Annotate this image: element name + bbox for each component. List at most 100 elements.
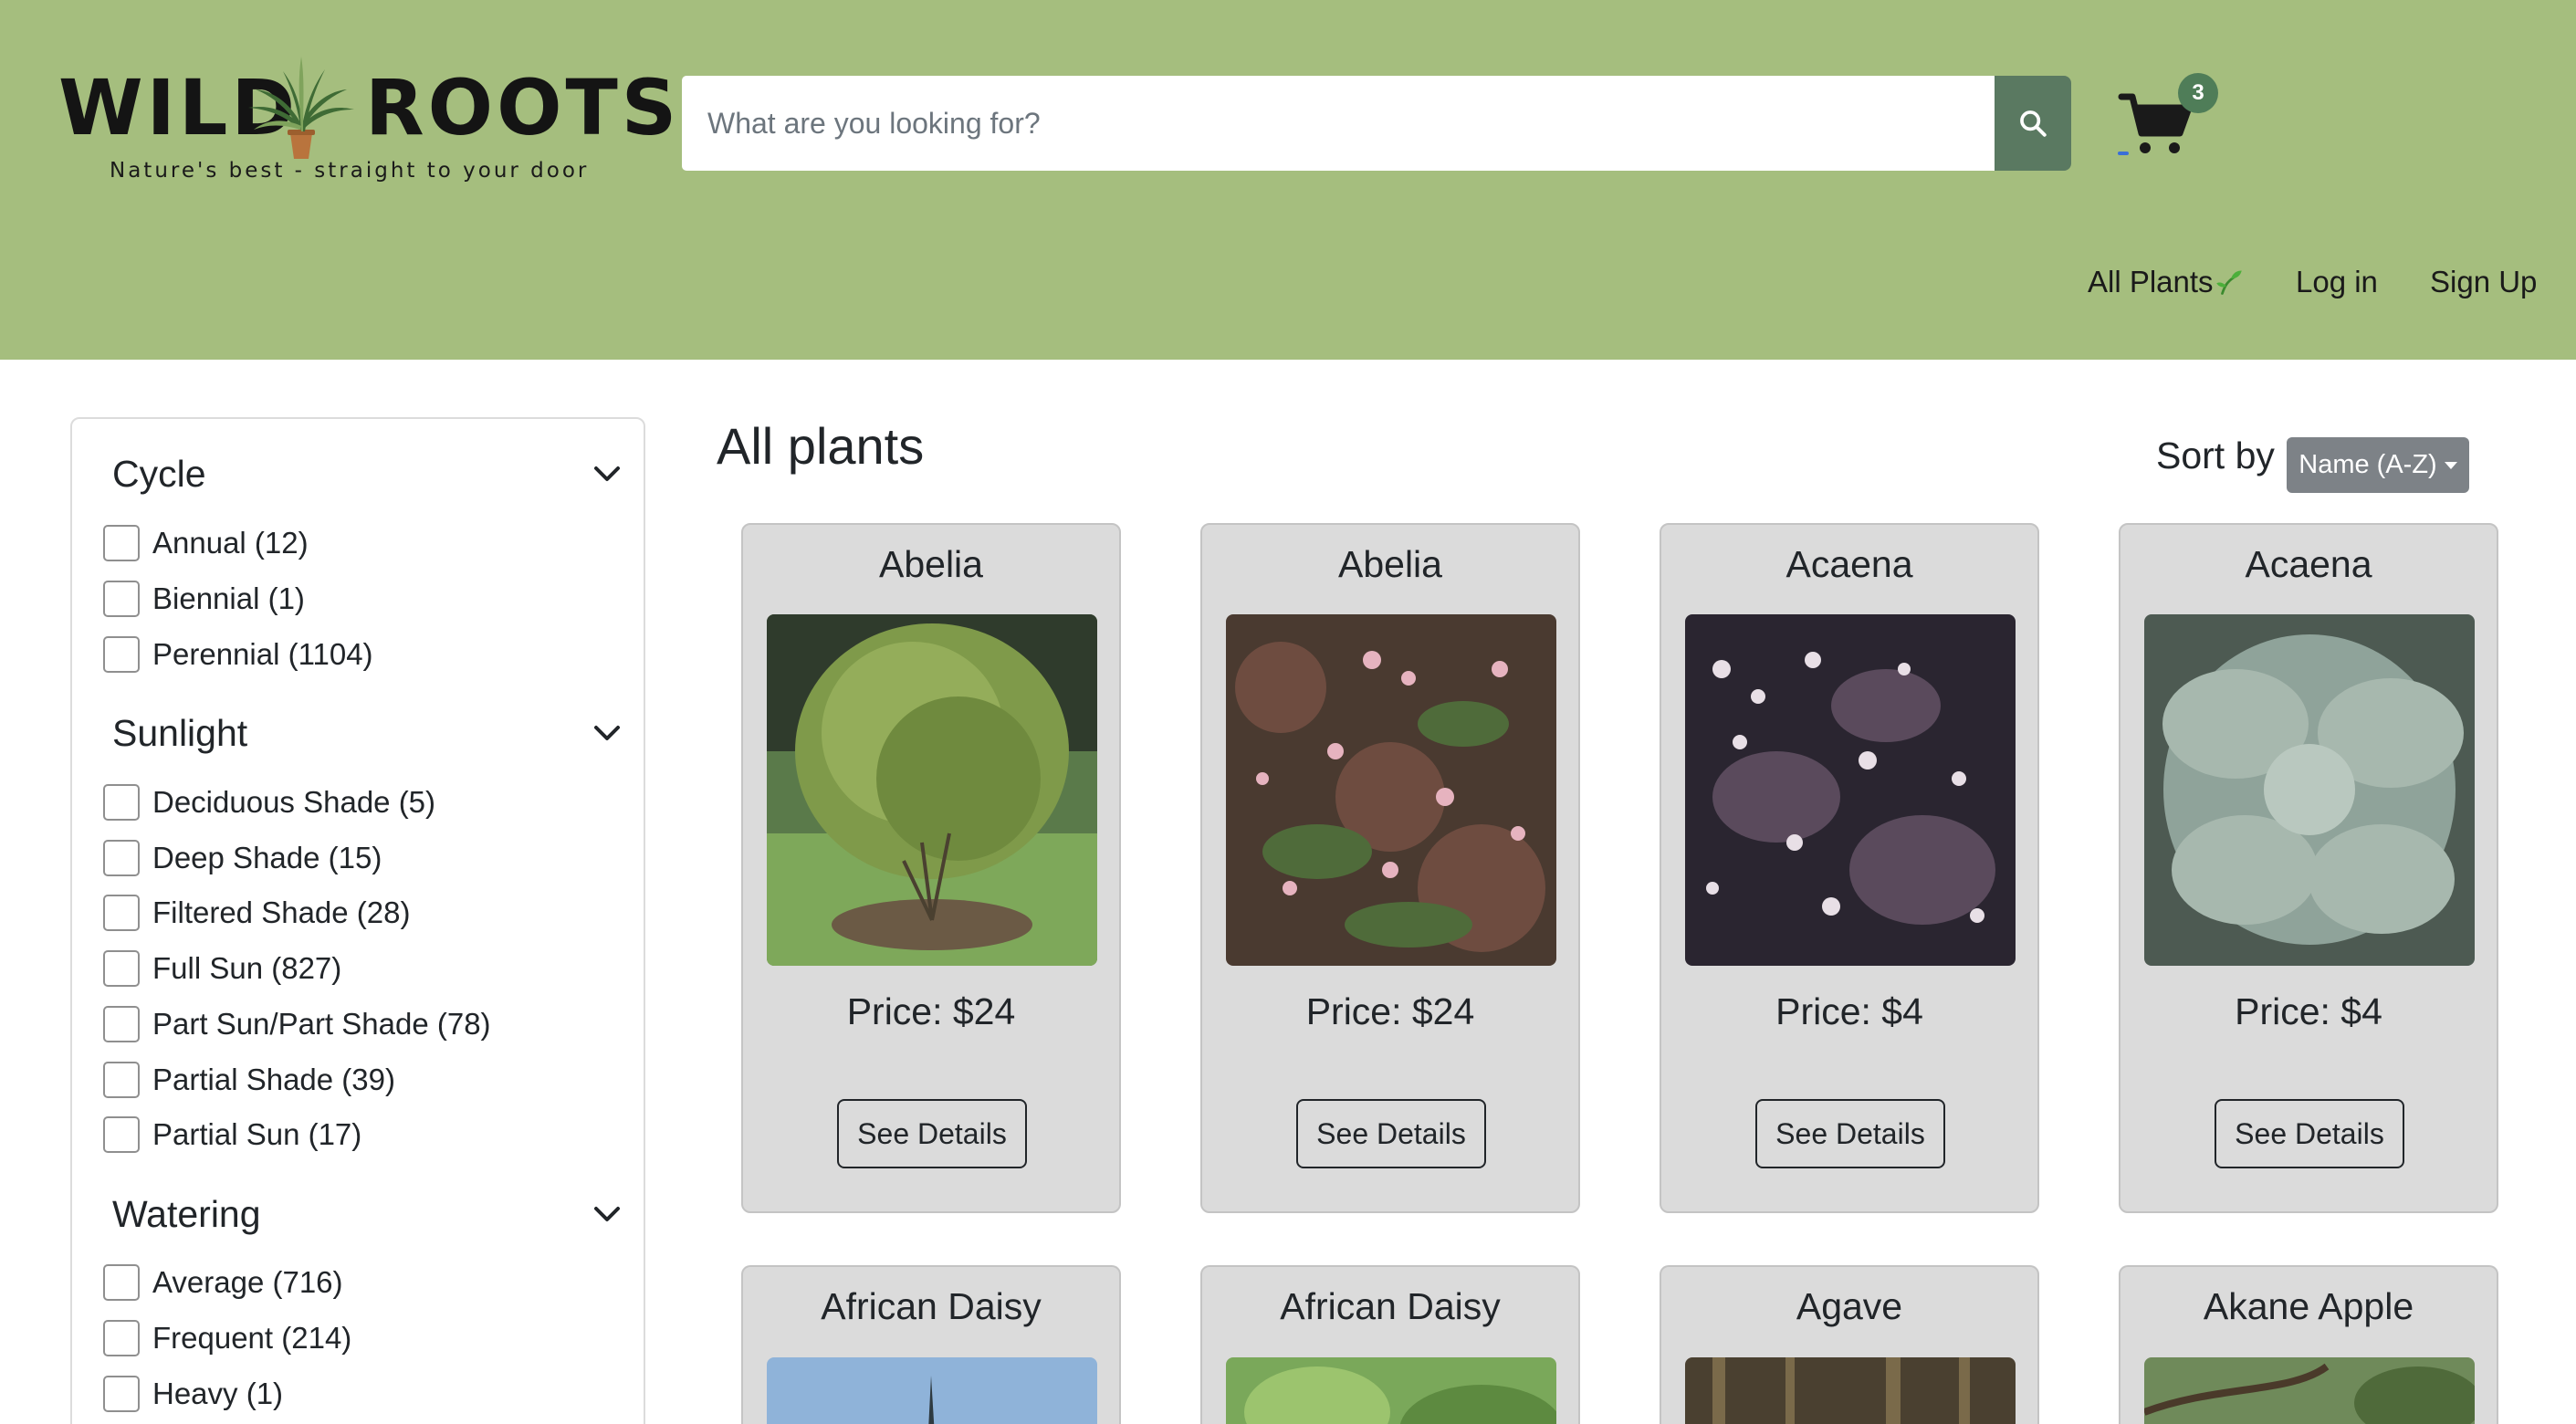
filter-option-label: Frequent (214) [152, 1321, 352, 1355]
product-name: Acaena [1785, 543, 1913, 585]
site-header: WILD ROOTS Nature's best - straight to y… [0, 0, 2576, 360]
checkbox[interactable] [103, 895, 140, 931]
sprout-icon [2215, 270, 2242, 295]
nav-sign-up[interactable]: Sign Up [2430, 259, 2537, 305]
filter-option-label: Deciduous Shade (5) [152, 785, 436, 819]
filter-section-watering[interactable]: Watering [112, 1187, 623, 1241]
filter-option[interactable]: Perennial (1104) [103, 633, 373, 675]
filter-option[interactable]: Partial Sun (17) [103, 1114, 361, 1156]
product-card: Agave [1660, 1265, 2039, 1424]
search-input[interactable] [682, 76, 1995, 171]
chevron-down-icon [591, 457, 623, 490]
product-name: African Daisy [1280, 1285, 1501, 1327]
filter-section-sunlight[interactable]: Sunlight [112, 706, 623, 760]
search-bar [682, 76, 2071, 171]
filter-option-label: Filtered Shade (28) [152, 895, 411, 929]
filter-option-label: Full Sun (827) [152, 951, 342, 985]
logo-word-right: ROOTS [365, 63, 681, 152]
product-image[interactable] [1226, 1357, 1556, 1424]
filter-option[interactable]: Deciduous Shade (5) [103, 781, 435, 823]
logo-tagline: Nature's best - straight to your door [110, 159, 590, 183]
checkbox[interactable] [103, 525, 140, 561]
nav-log-in[interactable]: Log in [2296, 259, 2378, 305]
search-icon [2020, 110, 2047, 137]
filter-option-label: Part Sun/Part Shade (78) [152, 1007, 491, 1041]
checkbox[interactable] [103, 1062, 140, 1098]
filter-option-label: Biennial (1) [152, 581, 305, 615]
product-card: African Daisy [741, 1265, 1121, 1424]
filter-option[interactable]: Annual (12) [103, 522, 309, 564]
page-title: All plants [717, 417, 925, 475]
filter-sidebar: Cycle Annual (12) Biennial (1) Perennial… [70, 417, 645, 1424]
product-name: Acaena [2245, 543, 2372, 585]
filter-section-title: Watering [112, 1192, 261, 1235]
checkbox[interactable] [103, 1264, 140, 1301]
product-card: Acaena Price: $4 See Details [2119, 523, 2498, 1213]
product-image[interactable] [2144, 1357, 2475, 1424]
filter-option-label: Perennial (1104) [152, 637, 373, 671]
product-name: Abelia [879, 543, 983, 585]
checkbox[interactable] [103, 784, 140, 821]
filter-option[interactable]: Heavy (1) [103, 1373, 283, 1415]
filter-section-cycle[interactable]: Cycle [112, 446, 623, 501]
see-details-button[interactable]: See Details [1296, 1099, 1486, 1168]
filter-option[interactable]: Full Sun (827) [103, 948, 341, 989]
filter-option[interactable]: Average (716) [103, 1262, 343, 1304]
filter-option-label: Partial Shade (39) [152, 1063, 395, 1096]
filter-option[interactable]: Deep Shade (15) [103, 837, 382, 879]
product-card: Akane Apple [2119, 1265, 2498, 1424]
product-image[interactable] [1685, 614, 2016, 966]
filter-option[interactable]: Partial Shade (39) [103, 1059, 395, 1101]
filter-option-label: Heavy (1) [152, 1377, 284, 1410]
filter-option[interactable]: Frequent (214) [103, 1317, 351, 1359]
product-price: Price: $24 [846, 990, 1016, 1032]
filter-section-title: Cycle [112, 452, 206, 495]
checkbox[interactable] [103, 1320, 140, 1356]
product-price: Price: $24 [1305, 990, 1475, 1032]
checkbox[interactable] [103, 1006, 140, 1042]
checkbox[interactable] [103, 636, 140, 673]
see-details-button[interactable]: See Details [837, 1099, 1027, 1168]
checkbox[interactable] [103, 1116, 140, 1153]
product-card: Abelia Price: $24 See Details [741, 523, 1121, 1213]
product-image[interactable] [767, 1357, 1097, 1424]
sort-dropdown[interactable]: Name (A-Z) [2287, 437, 2469, 493]
logo[interactable]: WILD ROOTS Nature's best - straight to y… [58, 53, 676, 190]
product-name: Agave [1796, 1285, 1903, 1327]
see-details-button[interactable]: See Details [1755, 1099, 1945, 1168]
chevron-down-icon [591, 717, 623, 749]
filter-option-label: Partial Sun (17) [152, 1117, 362, 1151]
nav-all-plants[interactable]: All Plants [2088, 259, 2243, 305]
filter-option-label: Deep Shade (15) [152, 841, 382, 874]
product-image[interactable] [1226, 614, 1556, 966]
product-price: Price: $4 [1775, 990, 1923, 1032]
filter-option[interactable]: Filtered Shade (28) [103, 892, 410, 934]
filter-option-label: Average (716) [152, 1265, 343, 1299]
filter-section-title: Sunlight [112, 711, 248, 754]
product-price: Price: $4 [2235, 990, 2382, 1032]
filter-option[interactable]: Biennial (1) [103, 578, 305, 620]
filter-option-label: Annual (12) [152, 526, 309, 560]
checkbox[interactable] [103, 950, 140, 987]
filter-option[interactable]: Part Sun/Part Shade (78) [103, 1003, 491, 1045]
product-card: Acaena Price: $4 See Details [1660, 523, 2039, 1213]
product-name: Abelia [1338, 543, 1442, 585]
checkbox[interactable] [103, 581, 140, 617]
sort-selected-value: Name (A-Z) [2299, 450, 2437, 479]
see-details-button[interactable]: See Details [2215, 1099, 2404, 1168]
sort-label: Sort by [2156, 435, 2275, 476]
potted-plant-logo-icon [248, 57, 354, 159]
product-image[interactable] [767, 614, 1097, 966]
nav-all-plants-label: All Plants [2088, 265, 2214, 298]
product-card: Abelia Price: $24 See Details [1200, 523, 1580, 1213]
product-image[interactable] [1685, 1357, 2016, 1424]
checkbox[interactable] [103, 840, 140, 876]
caret-down-icon [2444, 461, 2457, 469]
product-card: African Daisy [1200, 1265, 1580, 1424]
product-image[interactable] [2144, 614, 2475, 966]
product-name: African Daisy [821, 1285, 1042, 1327]
checkbox[interactable] [103, 1376, 140, 1412]
cart-count-badge: 3 [2178, 73, 2218, 113]
search-button[interactable] [1995, 76, 2071, 171]
cart-button[interactable]: 3 [2118, 69, 2224, 161]
